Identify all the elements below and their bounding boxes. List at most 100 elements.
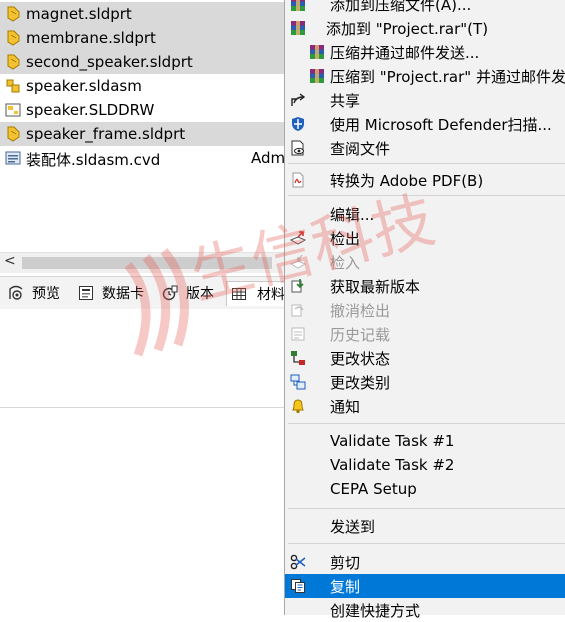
file-row-magnet[interactable]: magnet.sldprt — [0, 2, 285, 26]
menu-label: 压缩并通过邮件发送... — [330, 44, 480, 62]
tab-version[interactable]: 版本 — [162, 281, 222, 305]
file-user: Adm — [251, 149, 286, 167]
menu-item-cepa-setup[interactable]: CEPA Setup — [285, 478, 565, 502]
menu-label: 更改状态 — [330, 350, 391, 368]
menu-label: 转换为 Adobe PDF(B) — [330, 172, 484, 190]
menu-item-view-file[interactable]: 查阅文件 — [285, 136, 565, 160]
menu-item-add-to-project-rar[interactable]: 添加到 "Project.rar"(T) — [285, 16, 565, 40]
menu-item-change-state[interactable]: 更改状态 — [285, 346, 565, 370]
checkin-icon — [290, 254, 306, 269]
menu-item-share[interactable]: 共享 — [285, 88, 565, 112]
file-name: speaker.SLDDRW — [26, 101, 155, 119]
menu-label: 剪切 — [330, 554, 361, 572]
menu-label: 发送到 — [330, 518, 376, 536]
menu-item-send-to[interactable]: 发送到 — [285, 514, 565, 538]
bell-icon — [292, 399, 304, 414]
file-name: speaker.sldasm — [26, 77, 142, 95]
menu-item-add-to-archive[interactable]: 添加到压缩文件(A)... — [285, 0, 565, 16]
eye-icon — [9, 285, 23, 300]
horizontal-scrollbar[interactable]: < — [0, 252, 285, 273]
tab-label: 预览 — [32, 286, 60, 302]
scissors-icon — [290, 554, 306, 570]
menu-label: Validate Task #2 — [330, 456, 455, 474]
file-name: speaker_frame.sldprt — [26, 125, 186, 143]
file-name: 装配体.sldasm.cvd — [26, 151, 161, 169]
cvd-file-icon — [5, 151, 21, 165]
menu-item-notify[interactable]: 通知 — [285, 394, 565, 418]
copy-icon — [291, 579, 305, 593]
history-icon — [291, 327, 305, 341]
menu-label: 历史记载 — [330, 326, 391, 344]
scroll-left-arrow[interactable]: < — [4, 253, 16, 269]
menu-label: 更改类别 — [330, 374, 391, 392]
menu-separator — [288, 543, 565, 544]
context-menu: 添加到压缩文件(A)... 添加到 "Project.rar"(T) 压缩并通过… — [284, 0, 565, 620]
menu-label: 添加到 "Project.rar"(T) — [326, 20, 489, 38]
menu-item-validate-task-1[interactable]: Validate Task #1 — [285, 430, 565, 454]
view-file-icon — [291, 140, 304, 156]
file-row-speaker-drw[interactable]: speaker.SLDDRW — [0, 98, 285, 122]
menu-item-edit[interactable]: 编辑... — [285, 202, 565, 226]
tab-label: 材料 — [257, 287, 285, 303]
file-name: magnet.sldprt — [26, 5, 132, 23]
menu-item-change-category[interactable]: 更改类别 — [285, 370, 565, 394]
winrar-icon — [310, 69, 324, 83]
menu-item-compress-email[interactable]: 压缩并通过邮件发送... — [285, 40, 565, 64]
file-name: membrane.sldprt — [26, 29, 156, 47]
menu-item-check-out[interactable]: 检出 — [285, 226, 565, 250]
undo-checkout-icon — [291, 304, 304, 317]
file-row-speaker-frame[interactable]: speaker_frame.sldprt — [0, 122, 285, 146]
file-row-second-speaker[interactable]: second_speaker.sldprt — [0, 50, 285, 74]
menu-item-create-shortcut[interactable]: 创建快捷方式 — [285, 598, 565, 622]
defender-shield-icon — [292, 117, 304, 131]
winrar-icon — [291, 21, 305, 35]
preview-pane — [0, 309, 285, 408]
tab-datacard[interactable]: 数据卡 — [78, 281, 156, 305]
menu-label: 复制 — [330, 578, 361, 596]
menu-label: 压缩到 "Project.rar" 并通过邮件发送 — [330, 68, 565, 86]
menu-item-validate-task-2[interactable]: Validate Task #2 — [285, 454, 565, 478]
menu-item-undo-checkout[interactable]: 撤消检出 — [285, 298, 565, 322]
tab-label: 数据卡 — [102, 286, 144, 302]
datacard-icon — [79, 286, 93, 300]
lower-pane — [0, 408, 285, 605]
menu-item-copy[interactable]: 复制 — [285, 574, 565, 598]
detail-tab-bar: 预览 数据卡 版本 材料 — [0, 276, 290, 310]
pdf-icon — [292, 172, 304, 188]
file-row-membrane[interactable]: membrane.sldprt — [0, 26, 285, 50]
tab-bom[interactable]: 材料 — [226, 281, 290, 306]
menu-item-cut[interactable]: 剪切 — [285, 550, 565, 574]
tab-preview[interactable]: 预览 — [8, 281, 70, 305]
scrollbar-thumb[interactable] — [22, 257, 272, 269]
menu-item-check-in[interactable]: 检入 — [285, 250, 565, 274]
menu-item-defender-scan[interactable]: 使用 Microsoft Defender扫描... — [285, 112, 565, 136]
menu-label: CEPA Setup — [330, 480, 417, 498]
menu-separator — [288, 508, 565, 509]
menu-item-convert-pdf[interactable]: 转换为 Adobe PDF(B) — [285, 168, 565, 192]
file-list: magnet.sldprt membrane.sldprt second_spe… — [0, 0, 285, 252]
file-row-assembly-cvd[interactable]: 装配体.sldasm.cvd Adm — [0, 146, 285, 170]
winrar-icon — [291, 0, 305, 11]
menu-separator — [288, 163, 565, 164]
tab-label: 版本 — [186, 286, 214, 302]
file-row-speaker-asm[interactable]: speaker.sldasm — [0, 74, 285, 98]
menu-separator — [288, 423, 565, 424]
menu-label: 获取最新版本 — [330, 278, 421, 296]
assembly-icon — [6, 79, 20, 93]
menu-label: Validate Task #1 — [330, 432, 455, 450]
menu-item-get-latest[interactable]: 获取最新版本 — [285, 274, 565, 298]
menu-label: 添加到压缩文件(A)... — [330, 0, 472, 14]
file-name: second_speaker.sldprt — [26, 53, 193, 71]
change-state-icon — [291, 351, 305, 365]
menu-label: 共享 — [330, 92, 361, 110]
menu-label: 撤消检出 — [330, 302, 391, 320]
change-category-icon — [290, 374, 306, 390]
part-icon — [7, 6, 20, 22]
menu-item-compress-project-email[interactable]: 压缩到 "Project.rar" 并通过邮件发送 — [285, 64, 565, 88]
part-icon — [7, 54, 20, 70]
menu-item-history[interactable]: 历史记载 — [285, 322, 565, 346]
table-icon — [232, 288, 246, 300]
checkout-icon — [290, 231, 306, 245]
menu-label: 查阅文件 — [330, 140, 391, 158]
menu-label: 使用 Microsoft Defender扫描... — [330, 116, 552, 134]
